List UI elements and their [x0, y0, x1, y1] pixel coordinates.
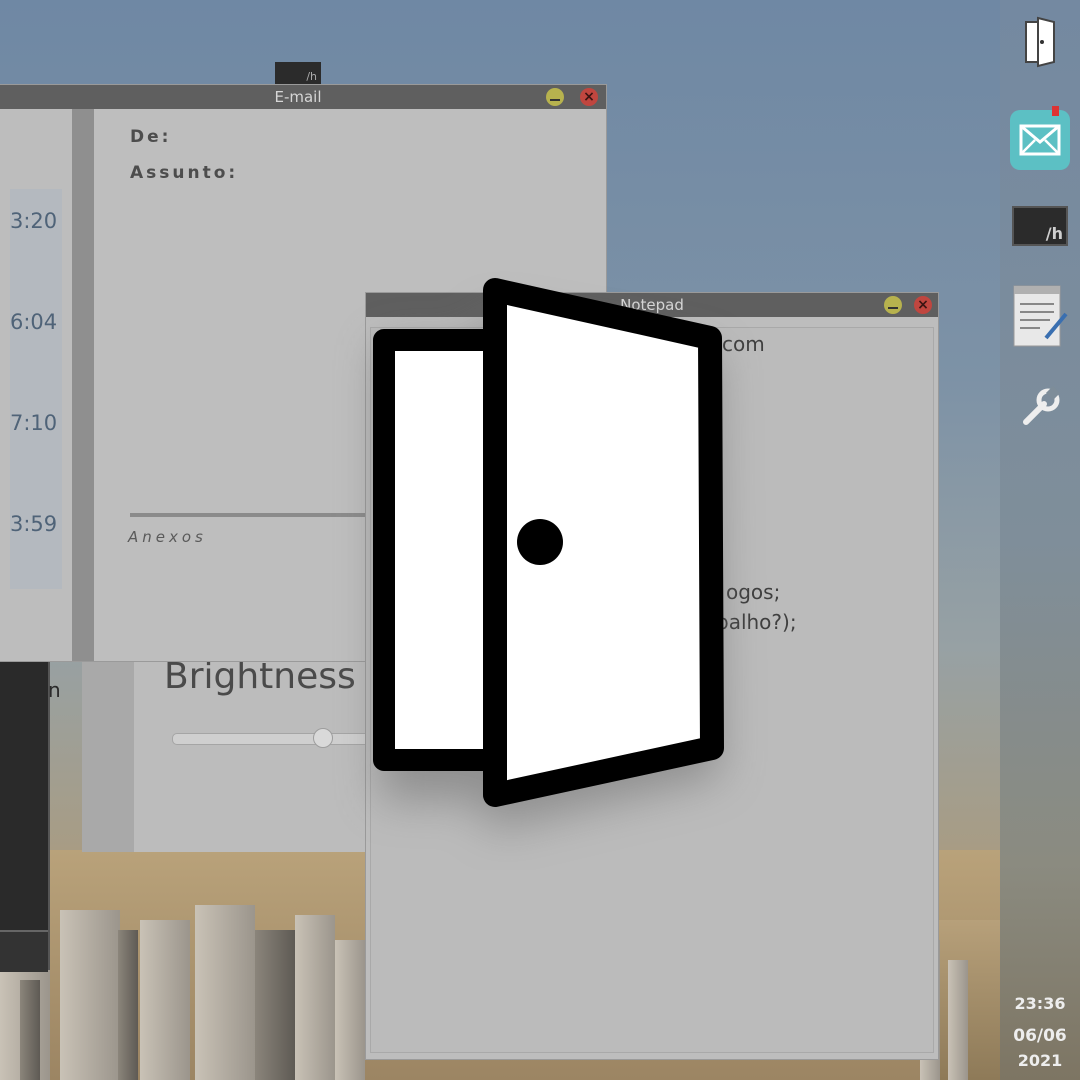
email-list-pane: 3:20 6:04 7:10 3:59	[0, 109, 72, 661]
terminal-mini-window[interactable]: /h	[275, 62, 321, 86]
email-from-label: De:	[130, 127, 172, 147]
notepad-icon	[1013, 285, 1068, 347]
email-minimize-button[interactable]	[546, 88, 564, 106]
logout-door-icon[interactable]	[320, 230, 780, 870]
email-close-button[interactable]: ×	[580, 88, 598, 106]
email-subject-label: Assunto:	[130, 163, 239, 183]
taskbar-notepad-button[interactable]	[1000, 284, 1080, 350]
email-title: E-mail	[274, 88, 322, 106]
door-icon	[1025, 16, 1055, 68]
taskbar-terminal-button[interactable]: /h	[1000, 206, 1080, 246]
terminal-icon: /h	[1012, 206, 1068, 246]
taskbar-settings-button[interactable]	[1000, 386, 1080, 430]
wrench-icon	[1023, 386, 1061, 425]
mail-icon	[1010, 106, 1070, 170]
settings-partial-text: n	[48, 678, 61, 702]
email-list-item[interactable]: 3:20	[10, 209, 57, 233]
terminal-window[interactable]	[0, 640, 50, 970]
terminal-icon-label: /h	[1045, 224, 1063, 243]
email-titlebar[interactable]: E-mail ×	[0, 85, 606, 109]
email-list-item[interactable]: 3:59	[10, 512, 57, 536]
attachments-label: Anexos	[128, 528, 207, 546]
email-list-item[interactable]: 6:04	[10, 310, 57, 334]
email-list-item[interactable]: 7:10	[10, 411, 57, 435]
taskbar-email-button[interactable]	[1000, 106, 1080, 172]
notepad-close-button[interactable]: ×	[914, 296, 932, 314]
notepad-minimize-button[interactable]	[884, 296, 902, 314]
email-pane-divider[interactable]	[72, 109, 94, 661]
email-list: 3:20 6:04 7:10 3:59	[10, 189, 62, 589]
clock-date-year: 2021	[1017, 1051, 1063, 1070]
settings-sidebar	[82, 640, 134, 852]
taskbar: /h 23:36 06/06 2021	[1000, 0, 1080, 1080]
clock-date-day: 06/06	[1013, 1026, 1067, 1046]
terminal-input-bar[interactable]	[0, 930, 48, 972]
clock-time: 23:36	[1014, 994, 1066, 1013]
taskbar-logout-button[interactable]	[1000, 16, 1080, 68]
